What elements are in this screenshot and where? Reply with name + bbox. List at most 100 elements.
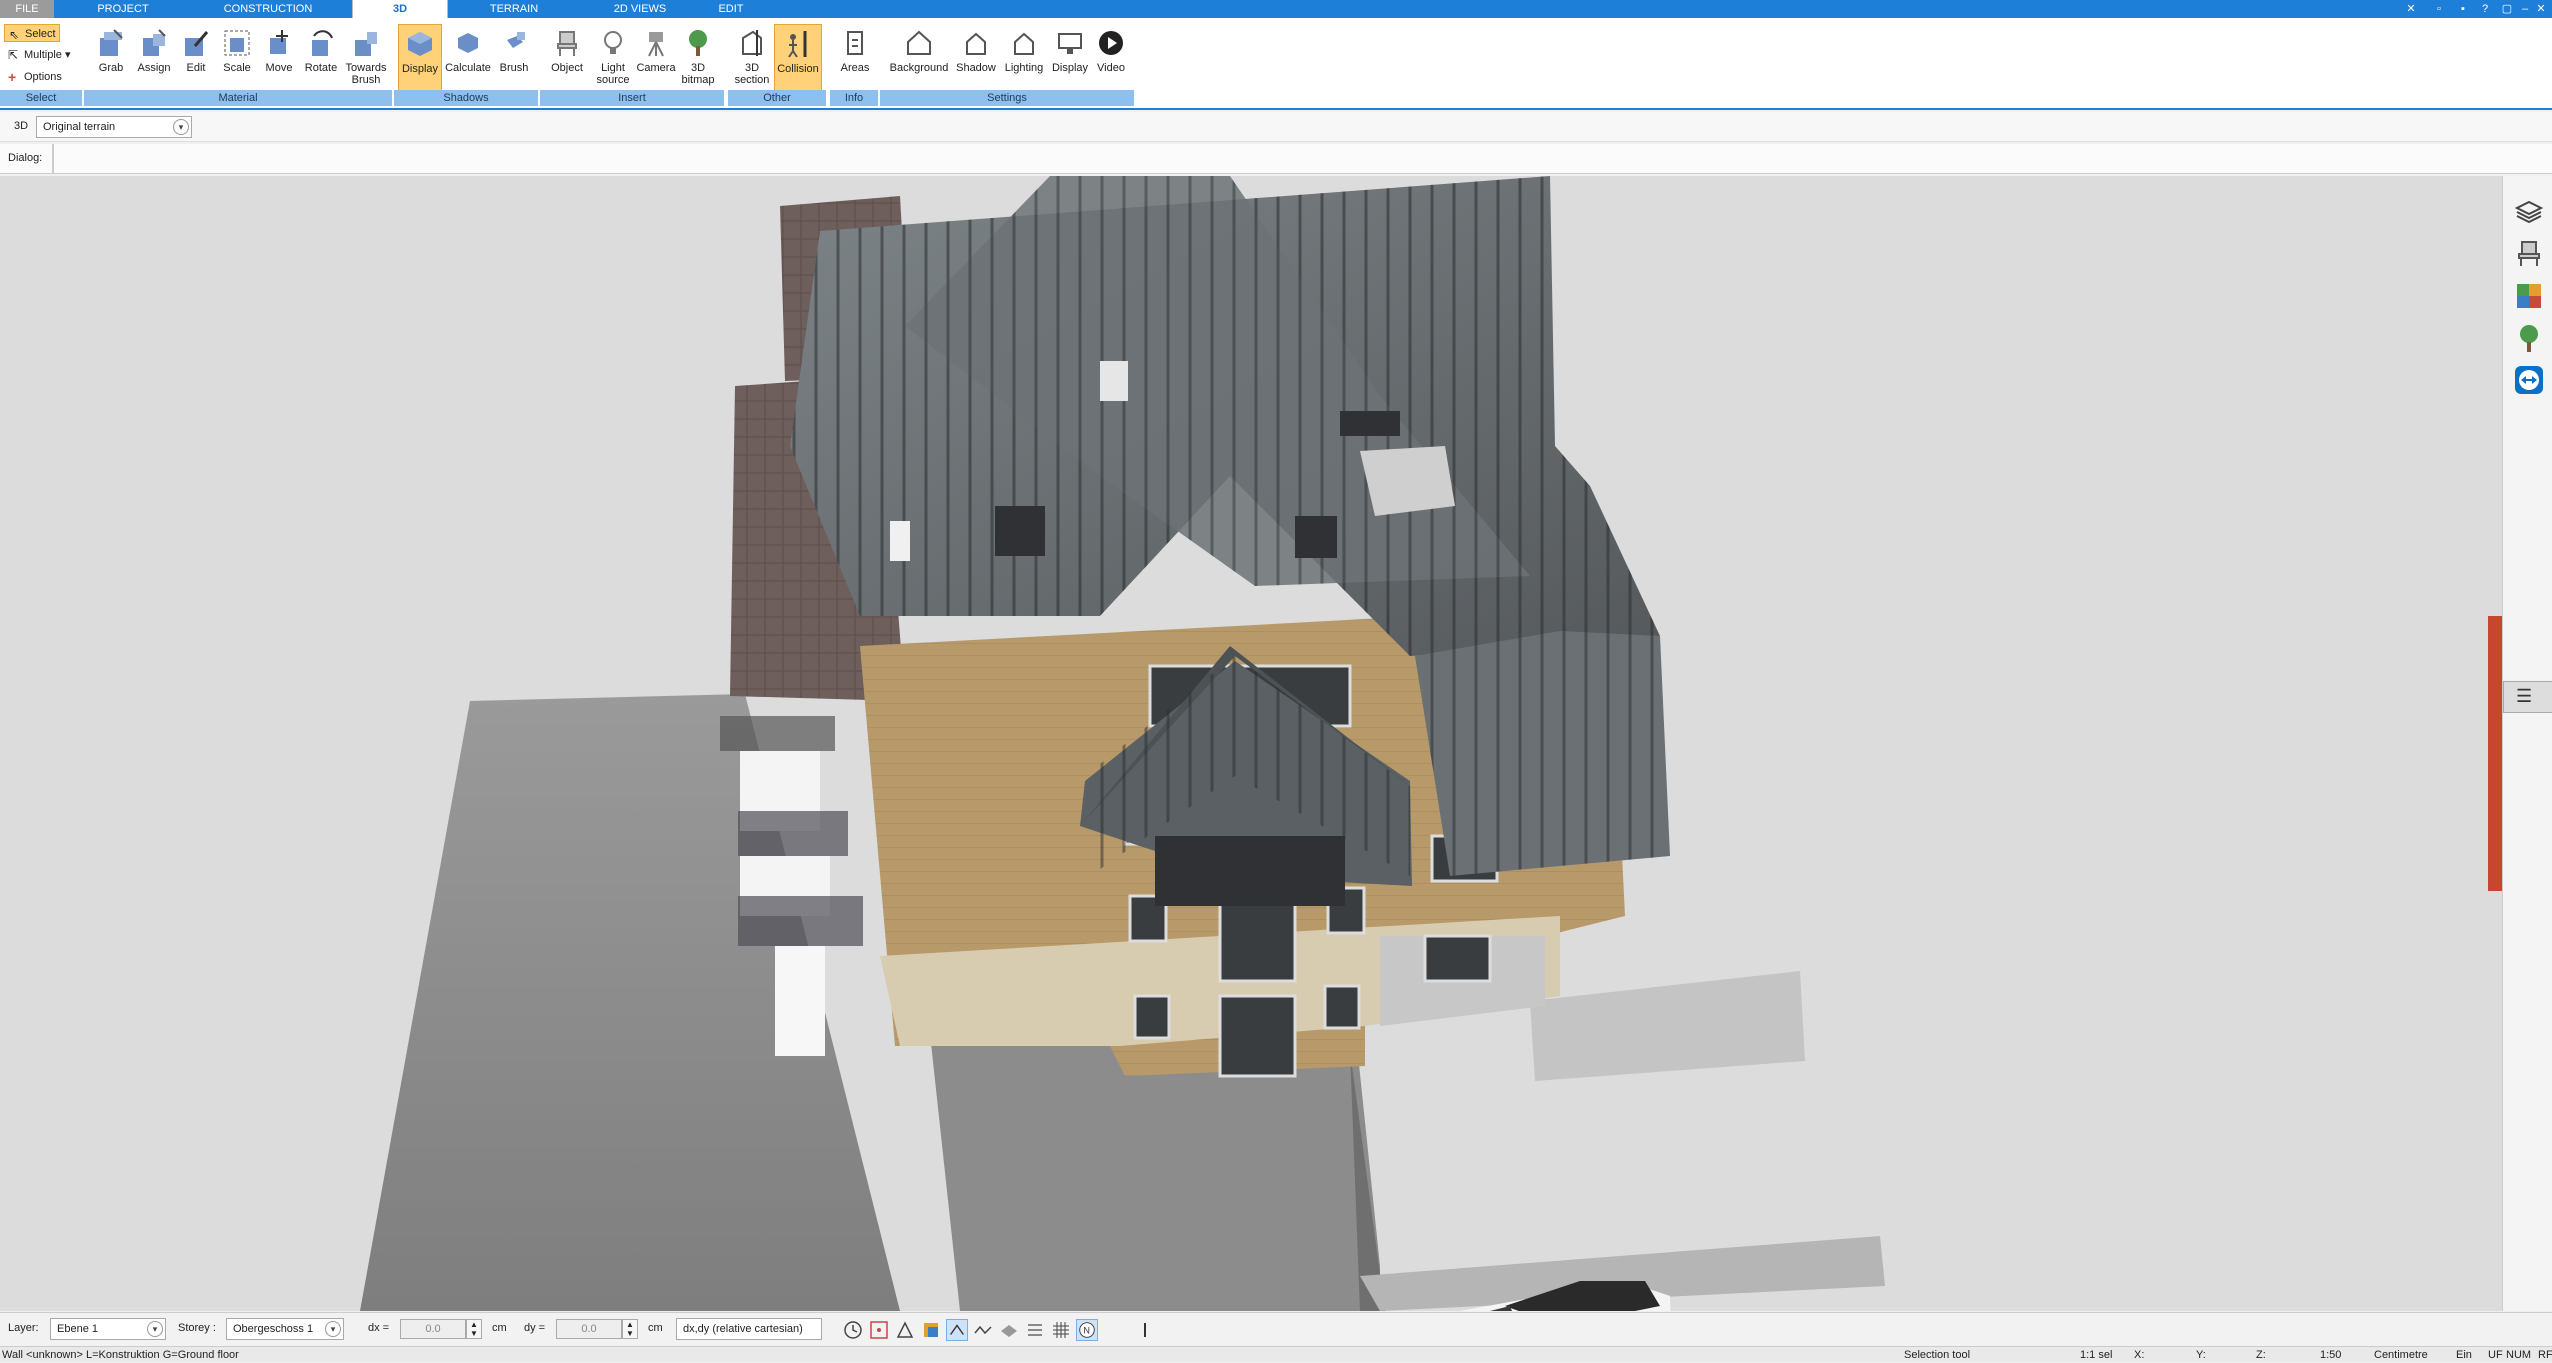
dx-label: dx =: [368, 1322, 390, 1334]
plane-icon[interactable]: [998, 1319, 1020, 1341]
shadow-icon: [966, 32, 986, 55]
teamviewer-icon[interactable]: [2513, 364, 2545, 396]
video-button[interactable]: Video: [1092, 24, 1130, 94]
brush-button[interactable]: Brush: [494, 24, 534, 94]
ribbon: ⇖ Select ⇱ Multiple ▾ + Options Select G…: [0, 18, 2552, 110]
tab-construction[interactable]: CONSTRUCTION: [200, 0, 336, 18]
dy-stepper[interactable]: ▲ ▼: [622, 1319, 638, 1339]
terrain-select[interactable]: Original terrain ▾: [36, 116, 192, 138]
storey-select[interactable]: Obergeschoss 1 ▾: [226, 1318, 344, 1340]
tree-icon: [689, 30, 707, 56]
display-settings-button[interactable]: Display: [1048, 24, 1092, 94]
move-button[interactable]: Move: [258, 24, 300, 94]
dx-stepper[interactable]: ▲ ▼: [466, 1319, 482, 1339]
tab-terrain[interactable]: TERRAIN: [470, 0, 558, 18]
assign-button[interactable]: Assign: [132, 24, 176, 94]
dy-unit: cm: [648, 1322, 663, 1334]
snap-object-icon[interactable]: [920, 1319, 942, 1341]
restore-icon[interactable]: ▢: [2500, 2, 2514, 16]
shadow-display-button[interactable]: Display: [398, 24, 442, 94]
calculate-label: Calculate: [445, 62, 491, 74]
scale-button[interactable]: Scale: [216, 24, 258, 94]
dx-input[interactable]: 0.0: [400, 1319, 466, 1339]
status-message: Wall <unknown> L=Konstruktion G=Ground f…: [2, 1349, 239, 1361]
layers-icon[interactable]: [2513, 196, 2545, 228]
view-icon[interactable]: ▪: [2456, 2, 2470, 16]
status-num: NUM: [2506, 1349, 2532, 1361]
lighting-button[interactable]: Lighting: [1000, 24, 1048, 94]
tools-icon[interactable]: ✕: [2404, 2, 2418, 16]
multiple-dropdown[interactable]: ⇱ Multiple ▾: [4, 46, 70, 64]
calculate-button[interactable]: Calculate: [442, 24, 494, 94]
hatch-icon[interactable]: [1024, 1319, 1046, 1341]
panel-collapse-handle[interactable]: ☰: [2503, 681, 2552, 713]
tab-2d-views[interactable]: 2D VIEWS: [590, 0, 690, 18]
light-source-button[interactable]: Light source: [590, 24, 636, 94]
3d-section-button[interactable]: 3D section: [732, 24, 772, 94]
chair-catalog-icon[interactable]: [2513, 238, 2545, 270]
minimize-icon[interactable]: –: [2518, 2, 2532, 16]
3d-bitmap-button[interactable]: 3D bitmap: [676, 24, 720, 94]
window-icon[interactable]: ▫: [2432, 2, 2446, 16]
snap-point-icon[interactable]: [894, 1319, 916, 1341]
lighting-icon: [1014, 32, 1034, 55]
assign-icon: [143, 29, 166, 56]
close-icon[interactable]: ✕: [2534, 2, 2548, 16]
3d-scene[interactable]: [0, 176, 2502, 1311]
collision-button[interactable]: Collision: [774, 24, 822, 94]
group-label-settings: Settings: [880, 90, 1134, 106]
background-label: Background: [889, 62, 949, 74]
tab-file[interactable]: FILE: [0, 0, 54, 18]
camera-label: Camera: [636, 62, 676, 74]
materials-icon[interactable]: [2513, 280, 2545, 312]
chimney: [1100, 361, 1128, 401]
camera-icon: [648, 32, 664, 57]
group-label-other: Other: [728, 90, 826, 106]
info-icon[interactable]: [1134, 1319, 1156, 1341]
storey-value: Obergeschoss 1: [233, 1323, 314, 1335]
group-label-material: Material: [84, 90, 392, 106]
layer-select[interactable]: Ebene 1 ▾: [50, 1318, 166, 1340]
towards-brush-button[interactable]: Towards Brush: [342, 24, 390, 94]
status-z: Z:: [2256, 1349, 2266, 1361]
rotate-button[interactable]: Rotate: [300, 24, 342, 94]
scale-icon: [224, 30, 250, 56]
snap-angle-icon[interactable]: [946, 1319, 968, 1341]
hamburger-icon: ☰: [2516, 686, 2533, 706]
brush-icon: [507, 32, 525, 48]
grab-button[interactable]: Grab: [90, 24, 132, 94]
dy-input[interactable]: 0.0: [556, 1319, 622, 1339]
dormer-window-3: [1340, 411, 1400, 436]
areas-button[interactable]: Areas: [834, 24, 876, 94]
plants-icon[interactable]: [2513, 322, 2545, 354]
group-label-insert: Insert: [540, 90, 724, 106]
camera-button[interactable]: Camera: [636, 24, 676, 94]
tab-project[interactable]: PROJECT: [80, 0, 166, 18]
status-ein: Ein: [2456, 1349, 2472, 1361]
shadow-settings-button[interactable]: Shadow: [952, 24, 1000, 94]
3d-viewport[interactable]: [0, 176, 2502, 1311]
group-label-select: Select: [0, 90, 82, 106]
options-button[interactable]: + Options: [4, 68, 62, 86]
roof-vent: [890, 521, 910, 561]
edit-button[interactable]: Edit: [176, 24, 216, 94]
object-button[interactable]: Object: [546, 24, 588, 94]
snap-grid-icon[interactable]: [868, 1319, 890, 1341]
grid-icon[interactable]: [1050, 1319, 1072, 1341]
scale-label: Scale: [223, 62, 251, 74]
background-button[interactable]: Background: [886, 24, 952, 94]
tab-edit[interactable]: EDIT: [706, 0, 756, 18]
snap-line-icon[interactable]: [972, 1319, 994, 1341]
north-icon[interactable]: N: [1076, 1319, 1098, 1341]
group-label-shadows: Shadows: [394, 90, 538, 106]
layer-value: Ebene 1: [57, 1323, 98, 1335]
gable-window: [1155, 836, 1345, 906]
help-icon[interactable]: ?: [2478, 2, 2492, 16]
tab-3d[interactable]: 3D: [352, 0, 448, 18]
select-button[interactable]: ⇖ Select: [4, 24, 60, 42]
coordinate-mode-select[interactable]: dx,dy (relative cartesian): [676, 1318, 822, 1340]
3d-bitmap-label: 3D bitmap: [681, 62, 715, 86]
display-settings-label: Display: [1051, 62, 1089, 74]
clock-icon[interactable]: [842, 1319, 864, 1341]
view-mode-label: 3D: [14, 120, 29, 132]
